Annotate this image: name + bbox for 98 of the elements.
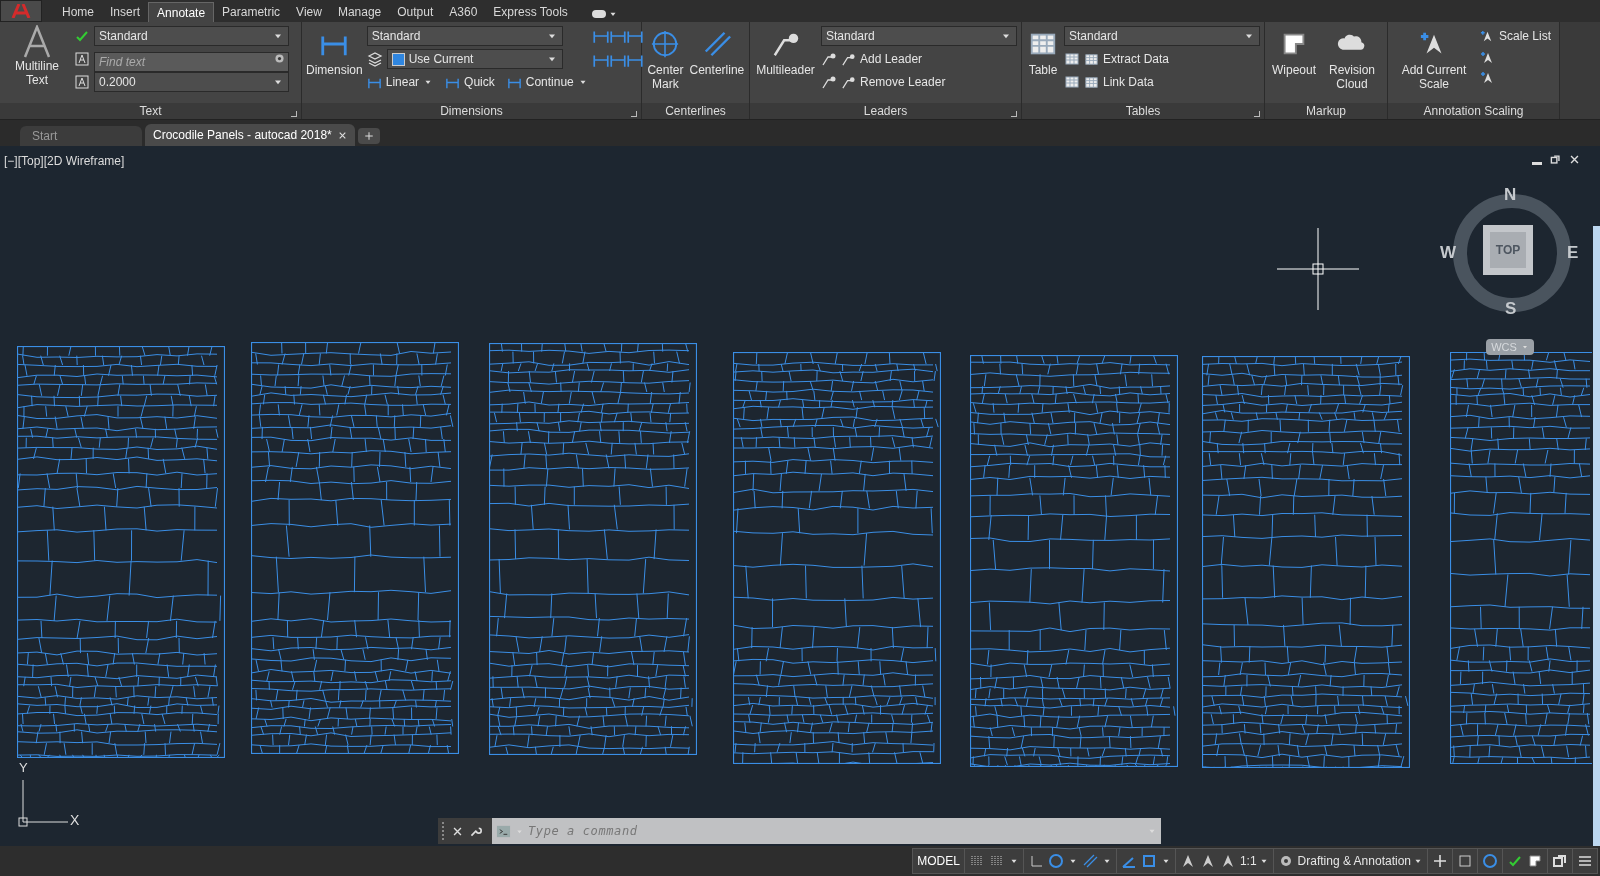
scroll-bar[interactable] <box>1593 226 1600 846</box>
prompt-icon <box>496 823 511 839</box>
workspace-dropdown[interactable]: Drafting & Annotation <box>1297 852 1423 870</box>
compass-west[interactable]: W <box>1440 240 1457 266</box>
color-swatch-icon <box>391 52 405 66</box>
find-text-field[interactable]: Find text <box>94 52 289 72</box>
ribbon-tab[interactable]: A360 <box>441 2 486 22</box>
crosshair-cursor-icon <box>1277 228 1359 310</box>
command-line-bar[interactable]: Type a command <box>492 818 1161 844</box>
text-style-dropdown[interactable]: Standard <box>94 26 289 46</box>
fullscreen-icon <box>1552 853 1568 869</box>
collect-leaders-icon <box>821 74 837 90</box>
extract-data-icon <box>1084 51 1099 67</box>
add-leader-icon <box>841 51 856 67</box>
ribbon-button[interactable]: Scale List <box>1480 26 1552 46</box>
dimension-layer-dropdown[interactable]: Use Current <box>386 49 563 69</box>
graphics-performance-icon <box>1527 853 1543 869</box>
restore-icon <box>1550 154 1561 165</box>
panel-title-bar[interactable]: Tables <box>1022 103 1264 119</box>
table-style-dropdown[interactable]: Standard <box>1064 26 1260 46</box>
document-tab[interactable]: Crocodile Panels - autocad 2018* <box>145 124 355 146</box>
ribbon-tab[interactable]: Home <box>54 2 102 22</box>
ribbon-button[interactable]: Extract Data <box>1084 49 1170 69</box>
ribbon-button[interactable]: Quick <box>445 72 495 92</box>
compass-north[interactable]: N <box>1504 182 1517 208</box>
grip-icon <box>442 822 446 840</box>
align-leaders-icon <box>821 51 837 67</box>
viewport-label[interactable]: [−][Top][2D Wireframe] <box>4 152 125 170</box>
isolate-objects-icon <box>1457 853 1473 869</box>
dialog-launcher-icon[interactable] <box>1011 111 1017 117</box>
dialog-launcher-icon[interactable] <box>631 111 637 117</box>
toggle-icon <box>591 10 606 18</box>
multiline-text-button[interactable]: Multiline Text <box>4 25 70 103</box>
ribbon-toggle-button[interactable] <box>591 9 618 19</box>
command-input-field[interactable]: Type a command <box>528 822 1143 840</box>
text-frame-icon <box>74 74 90 90</box>
ribbon-tab[interactable]: Manage <box>329 2 390 22</box>
menu-icon <box>1577 853 1593 869</box>
ribbon-large-button[interactable]: Add Current Scale <box>1392 25 1476 103</box>
ribbon-large-button[interactable]: Table <box>1026 25 1060 103</box>
new-tab-button[interactable] <box>358 128 380 144</box>
x-axis-label: X <box>70 811 80 830</box>
ribbon-tab[interactable]: Parametric <box>214 2 289 22</box>
command-line-handle[interactable] <box>438 818 492 844</box>
panel-title-bar[interactable]: Markup <box>1265 103 1387 119</box>
ribbon-tab[interactable]: Express Tools <box>485 2 576 22</box>
find-replace-icon <box>273 52 286 65</box>
caret-icon <box>1520 343 1529 351</box>
ribbon-large-button[interactable]: Center Mark <box>646 25 685 103</box>
text-height-dropdown[interactable]: 0.2000 <box>94 72 289 92</box>
close-icon <box>452 825 463 837</box>
ribbon-button[interactable]: Link Data <box>1084 72 1154 92</box>
compass-east[interactable]: E <box>1567 240 1579 266</box>
panel-title-bar[interactable]: Dimensions <box>302 103 641 119</box>
dialog-launcher-icon[interactable] <box>291 111 297 117</box>
leader-style-dropdown[interactable]: Standard <box>821 26 1017 46</box>
model-space-button[interactable]: MODEL <box>913 849 965 873</box>
panel-title-bar[interactable]: Leaders <box>750 103 1021 119</box>
app-logo-icon <box>10 4 32 18</box>
ribbon-large-button[interactable]: Revision Cloud <box>1323 25 1381 103</box>
object-snap-icon <box>1140 853 1157 869</box>
ribbon-button[interactable]: Add Leader <box>841 49 923 69</box>
application-menu-button[interactable] <box>0 0 42 22</box>
close-icon <box>1569 154 1580 165</box>
remove-leader-icon <box>841 74 856 90</box>
table-link-icon <box>1064 51 1080 67</box>
hardware-acceleration-icon <box>1482 853 1498 869</box>
plus-icon <box>364 131 374 141</box>
center-mark-icon <box>650 29 681 59</box>
ribbon-tab[interactable]: Annotate <box>148 2 215 22</box>
ribbon-large-button[interactable]: Wipeout <box>1269 25 1319 103</box>
panel-title-bar[interactable]: Text <box>0 103 301 119</box>
document-tab[interactable]: Start <box>20 126 142 146</box>
ribbon-button[interactable]: Linear <box>366 72 434 92</box>
dimension-style-dropdown[interactable]: Standard <box>366 26 563 46</box>
ribbon-large-button[interactable]: Centerline <box>688 25 745 103</box>
ribbon-tab[interactable]: Insert <box>102 2 149 22</box>
isodraft-icon <box>1081 853 1098 869</box>
ribbon-large-button[interactable]: Multileader <box>754 25 817 103</box>
letter-a-icon <box>22 25 52 59</box>
layers-icon <box>366 51 383 67</box>
compass-south[interactable]: S <box>1505 296 1517 322</box>
table-download-icon <box>1064 74 1080 90</box>
polar-icon <box>1047 853 1064 869</box>
ribbon-button[interactable]: Remove Leader <box>841 72 946 92</box>
dialog-launcher-icon[interactable] <box>1254 111 1260 117</box>
plus-icon <box>1432 853 1448 869</box>
link-data-icon <box>1084 74 1099 90</box>
ribbon-large-button[interactable]: Dimension <box>306 25 363 103</box>
y-axis-label: Y <box>19 760 28 775</box>
text-height-icon <box>74 51 90 67</box>
close-icon <box>338 130 347 140</box>
panel-title-bar[interactable]: Annotation Scaling <box>1388 103 1559 119</box>
ribbon-tab[interactable]: View <box>288 2 330 22</box>
panel-title-bar[interactable]: Centerlines <box>642 103 749 119</box>
ribbon-tab[interactable]: Output <box>389 2 442 22</box>
scale-dropdown[interactable]: 1:1 <box>1239 852 1269 870</box>
ribbon-button[interactable]: Continue <box>506 72 588 92</box>
